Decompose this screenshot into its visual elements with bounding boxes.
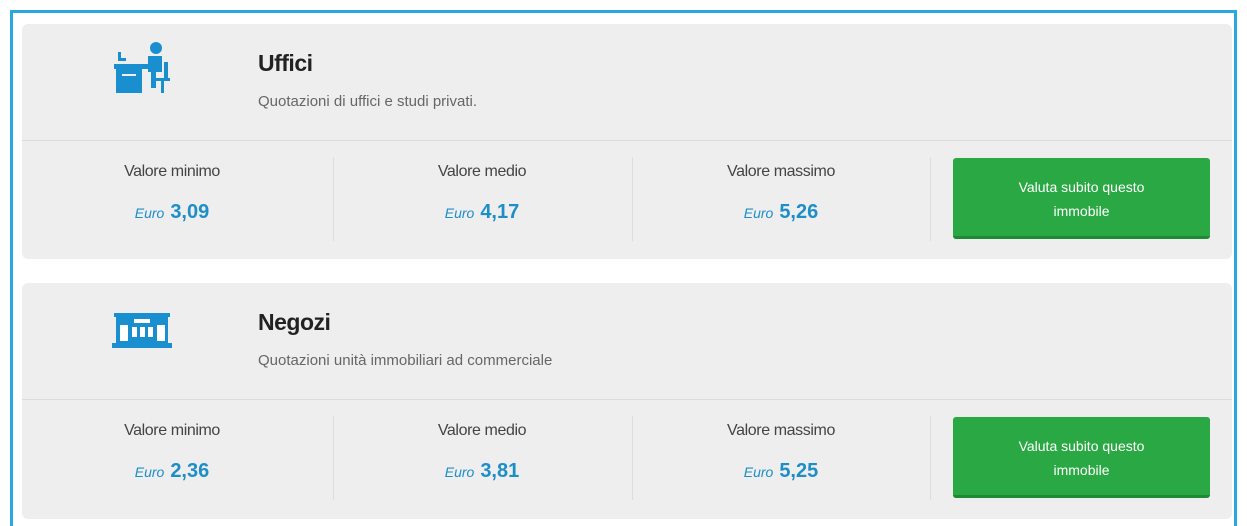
property-card-negozi: Negozi Quotazioni unità immobiliari ad c… — [22, 283, 1232, 519]
currency-label: Euro — [444, 205, 475, 221]
card-header: Uffici Quotazioni di uffici e studi priv… — [22, 24, 1232, 141]
valuate-property-button[interactable]: Valuta subito questo immobile — [953, 417, 1210, 498]
avg-value: Euro 4,17 — [332, 201, 632, 224]
card-subtitle: Quotazioni unità immobiliari ad commerci… — [258, 352, 553, 369]
divider — [930, 416, 931, 500]
button-label-line2: immobile — [1053, 203, 1110, 219]
avg-value-block: Valore medio Euro 3,81 — [332, 400, 632, 518]
currency-label: Euro — [444, 464, 475, 480]
max-value-block: Valore massimo Euro 5,25 — [631, 400, 931, 518]
max-value: Euro 5,25 — [631, 460, 931, 483]
currency-label: Euro — [134, 464, 165, 480]
price-stats: Valore minimo Euro 2,36 Valore medio Euro… — [22, 400, 1232, 518]
currency-label: Euro — [743, 205, 774, 221]
button-label-line1: Valuta subito questo — [1018, 179, 1145, 195]
property-card-uffici: Uffici Quotazioni di uffici e studi priv… — [22, 24, 1232, 259]
min-value-block: Valore minimo Euro 3,09 — [22, 141, 322, 259]
store-icon — [112, 313, 172, 348]
avg-value-block: Valore medio Euro 4,17 — [332, 141, 632, 259]
max-value-label: Valore massimo — [727, 422, 835, 439]
min-value: Euro 3,09 — [22, 201, 322, 224]
avg-value-amount: 3,81 — [480, 460, 520, 482]
card-title: Uffici — [258, 50, 313, 76]
max-value-amount: 5,25 — [779, 460, 819, 482]
min-value-label: Valore minimo — [124, 163, 220, 180]
divider — [930, 157, 931, 241]
valuate-property-button[interactable]: Valuta subito questo immobile — [953, 158, 1210, 239]
avg-value-label: Valore medio — [437, 422, 527, 439]
min-value-amount: 2,36 — [170, 460, 210, 482]
price-stats: Valore minimo Euro 3,09 Valore medio Euro… — [22, 141, 1232, 259]
max-value-block: Valore massimo Euro 5,26 — [631, 141, 931, 259]
min-value-block: Valore minimo Euro 2,36 — [22, 400, 322, 518]
office-desk-icon — [114, 42, 170, 93]
min-value-amount: 3,09 — [170, 201, 210, 223]
card-title: Negozi — [258, 309, 331, 335]
currency-label: Euro — [743, 464, 774, 480]
avg-value-label: Valore medio — [437, 163, 527, 180]
card-subtitle: Quotazioni di uffici e studi privati. — [258, 93, 478, 110]
currency-label: Euro — [134, 205, 165, 221]
min-value-label: Valore minimo — [124, 422, 220, 439]
max-value-amount: 5,26 — [779, 201, 819, 223]
min-value: Euro 2,36 — [22, 460, 322, 483]
button-label-line1: Valuta subito questo — [1018, 438, 1145, 454]
avg-value-amount: 4,17 — [480, 201, 520, 223]
button-label-line2: immobile — [1053, 462, 1110, 478]
card-header: Negozi Quotazioni unità immobiliari ad c… — [22, 283, 1232, 400]
max-value: Euro 5,26 — [631, 201, 931, 224]
avg-value: Euro 3,81 — [332, 460, 632, 483]
max-value-label: Valore massimo — [727, 163, 835, 180]
